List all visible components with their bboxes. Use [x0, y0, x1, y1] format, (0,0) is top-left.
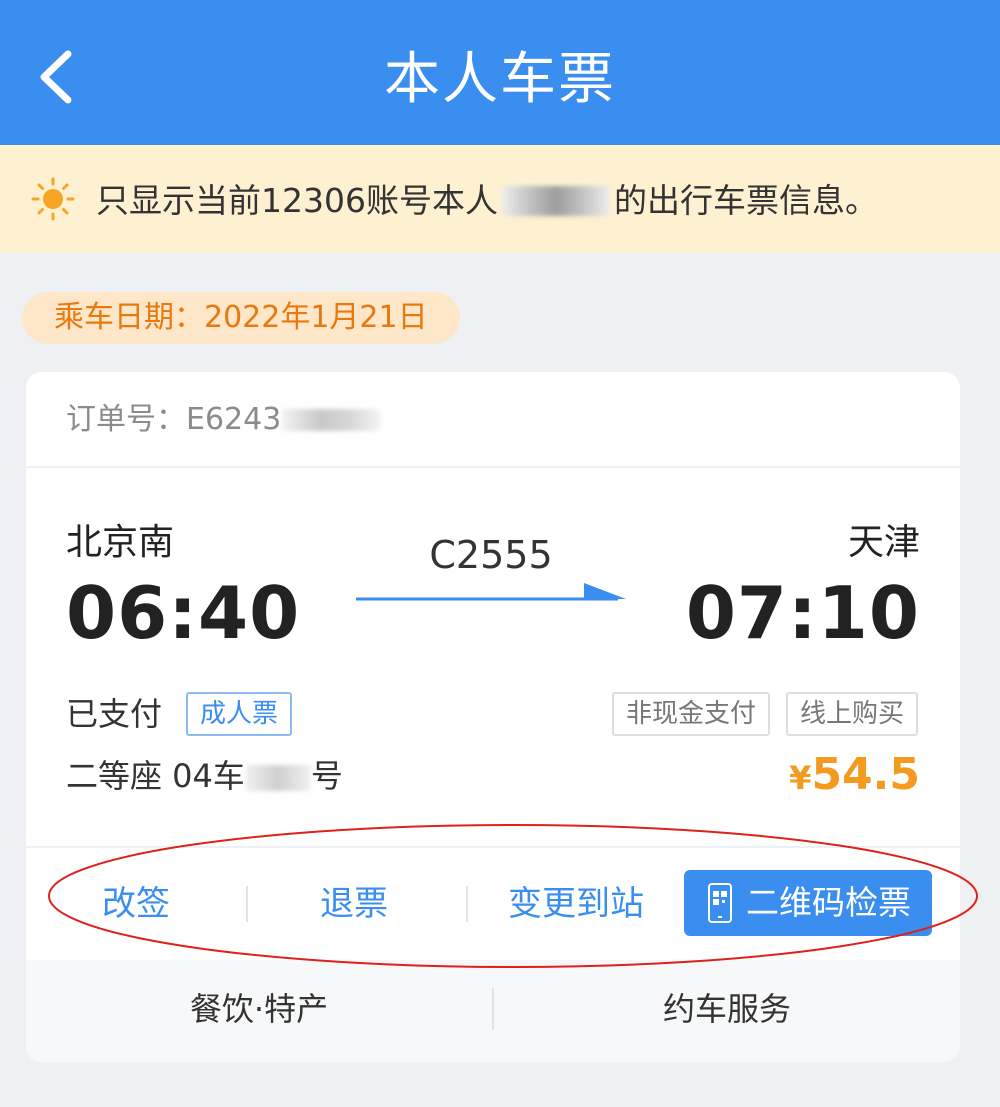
cashless-payment-tag: 非现金支付: [612, 692, 771, 736]
notice-text-before: 只显示当前12306账号本人: [96, 181, 498, 220]
qr-check-in-button[interactable]: 二维码检票: [684, 870, 932, 936]
qr-check-in-label: 二维码检票: [746, 883, 911, 922]
arrival-station: 天津: [847, 522, 920, 563]
order-number-text: 订单号：E6243: [66, 402, 282, 437]
page-title: 本人车票: [384, 47, 616, 112]
ticket-price: ¥54.5: [789, 746, 920, 804]
change-ticket-button[interactable]: 改签: [66, 874, 206, 934]
app-header: 本人车票: [0, 0, 1000, 145]
train-number: C2555: [429, 533, 553, 577]
departure-time: 06:40: [66, 571, 301, 655]
extra-services: 餐饮·特产 约车服务: [26, 960, 960, 1062]
notice-text: 只显示当前12306账号本人 的出行车票信息。: [96, 178, 878, 224]
arrival-time: 07:10: [685, 571, 920, 655]
price-currency: ¥: [789, 759, 812, 797]
action-divider: [246, 886, 248, 922]
departure-station: 北京南: [66, 522, 175, 563]
sun-icon: [31, 177, 75, 221]
food-specialty-link[interactable]: 餐饮·特产: [26, 984, 492, 1034]
refund-button[interactable]: 退票: [284, 874, 424, 934]
travel-date-badge: 乘车日期：2022年1月21日: [22, 292, 460, 344]
qr-code-icon: [708, 883, 732, 923]
redacted-username: [501, 186, 610, 216]
redacted-seat-number: [244, 765, 311, 791]
notice-text-after: 的出行车票信息。: [613, 181, 878, 220]
seat-class-car: 二等座 04车: [66, 757, 245, 795]
direction-arrow-icon: [356, 583, 626, 601]
order-number: 订单号：E6243: [66, 400, 382, 440]
seat-info: 二等座 04车 号: [66, 754, 343, 798]
price-amount: 54.5: [811, 749, 920, 800]
payment-status: 已支付: [66, 695, 163, 733]
car-booking-link[interactable]: 约车服务: [494, 984, 960, 1034]
ticket-actions: 改签 退票 变更到站 二维码检票: [26, 846, 960, 962]
online-purchase-tag: 线上购买: [786, 692, 919, 736]
change-destination-button[interactable]: 变更到站: [496, 874, 656, 934]
seat-suffix: 号: [310, 757, 343, 795]
ticket-card: 订单号：E6243 北京南 06:40 C2555 天津 07:10 已支付 成…: [26, 372, 960, 1062]
redacted-order-number: [281, 409, 382, 431]
action-divider: [466, 886, 468, 922]
order-row: 订单号：E6243: [26, 372, 960, 468]
ticket-type-tag: 成人票: [186, 692, 293, 736]
